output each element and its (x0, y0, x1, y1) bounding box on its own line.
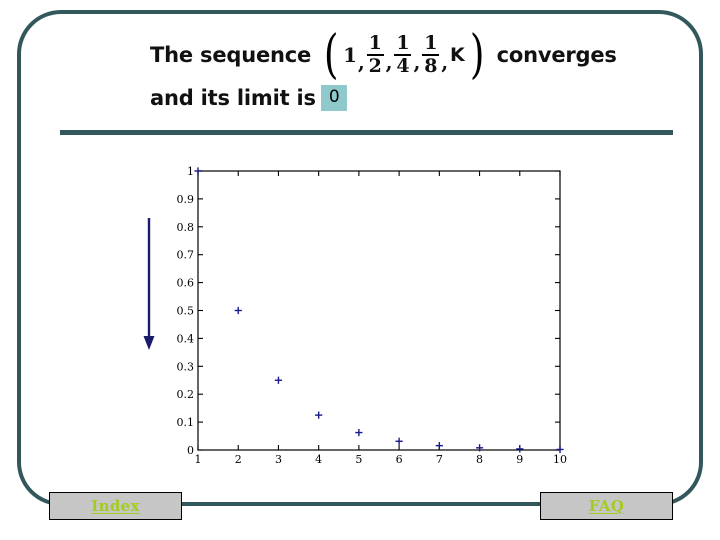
y-tick-label: 0.9 (177, 193, 195, 206)
x-tick-label: 9 (516, 453, 523, 466)
sequence-comma-3: , (413, 50, 421, 74)
index-button-label: Index (91, 497, 140, 515)
x-tick-label: 7 (436, 453, 443, 466)
data-series-points (194, 167, 564, 454)
fraction-one-quarter: 1 4 (394, 32, 412, 77)
x-tick-label: 10 (553, 453, 567, 466)
heading-divider-rule (60, 130, 673, 135)
fraction-denominator: 4 (396, 55, 410, 77)
x-tick-label: 6 (396, 453, 403, 466)
faq-button[interactable]: FAQ (540, 492, 673, 520)
sequence-ellipsis: K (450, 44, 465, 66)
arrow-down-icon (143, 218, 155, 350)
y-tick-label: 0.7 (177, 249, 195, 262)
close-paren: ) (469, 24, 484, 85)
convergence-arrow (138, 218, 160, 350)
data-point (194, 167, 202, 175)
x-tick-label: 5 (355, 453, 362, 466)
data-point (274, 376, 283, 384)
sequence-term-1: 1 (343, 43, 357, 67)
heading-line-1: The sequence ( 1 , 1 2 , 1 4 , 1 8 , K)… (150, 24, 620, 85)
y-tick-label: 0 (187, 444, 194, 457)
sequence-terms: 1 , 1 2 , 1 4 , 1 8 , K (341, 34, 466, 76)
y-tick-label: 0.1 (177, 416, 195, 429)
data-point (556, 445, 564, 454)
y-tick-label: 0.3 (177, 360, 195, 373)
x-tick-label: 3 (275, 453, 282, 466)
y-tick-label: 1 (187, 165, 194, 178)
heading-prefix-text: The sequence (150, 42, 312, 67)
y-tick-label: 0.2 (177, 388, 195, 401)
x-tick-label: 8 (476, 453, 483, 466)
fraction-one-half: 1 2 (366, 32, 384, 77)
chart-canvas: 1 2 3 4 5 6 7 8 9 10 0 0.1 0.2 0.3 0.4 0.5 0.6 0.7 0.8 0.9 1 (177, 165, 568, 466)
limit-answer-value[interactable]: 0 (320, 85, 348, 111)
y-tick-label: 0.4 (177, 332, 195, 345)
data-point (355, 428, 363, 437)
fraction-one-eighth: 1 8 (422, 32, 440, 77)
sequence-comma-2: , (385, 50, 393, 74)
data-point (395, 437, 403, 445)
y-tick-label: 0.5 (177, 305, 195, 318)
sequence-comma-1: , (357, 50, 365, 74)
plot-frame (197, 170, 561, 451)
sequence-expression: ( 1 , 1 2 , 1 4 , 1 8 , K) (321, 24, 487, 85)
index-button[interactable]: Index (49, 492, 182, 520)
fraction-numerator: 1 (424, 32, 438, 54)
fraction-numerator: 1 (396, 32, 410, 54)
data-point (315, 411, 323, 419)
x-tick-label: 2 (235, 453, 242, 466)
fraction-denominator: 2 (368, 55, 382, 77)
open-paren: ( (323, 24, 339, 85)
convergence-scatter-chart: 1 2 3 4 5 6 7 8 9 10 0 0.1 0.2 0.3 0.4 0.5 0.6 0.7 0.8 0.9 1 (170, 162, 570, 467)
faq-button-label: FAQ (588, 497, 625, 515)
heading-line-2: and its limit is 0 (150, 80, 620, 116)
y-tick-label: 0.6 (177, 277, 195, 290)
fraction-numerator: 1 (368, 32, 382, 54)
data-point (234, 306, 242, 315)
sequence-comma-4: , (441, 50, 449, 74)
fraction-denominator: 8 (424, 55, 438, 77)
x-tick-label: 1 (195, 453, 202, 466)
heading-block: The sequence ( 1 , 1 2 , 1 4 , 1 8 , K)… (150, 24, 620, 116)
data-point (516, 445, 524, 453)
heading-suffix-text: converges (496, 42, 617, 67)
data-point (435, 442, 443, 450)
limit-statement-text: and its limit is (150, 85, 316, 110)
x-tick-label: 4 (315, 453, 322, 466)
y-tick-label: 0.8 (177, 221, 195, 234)
